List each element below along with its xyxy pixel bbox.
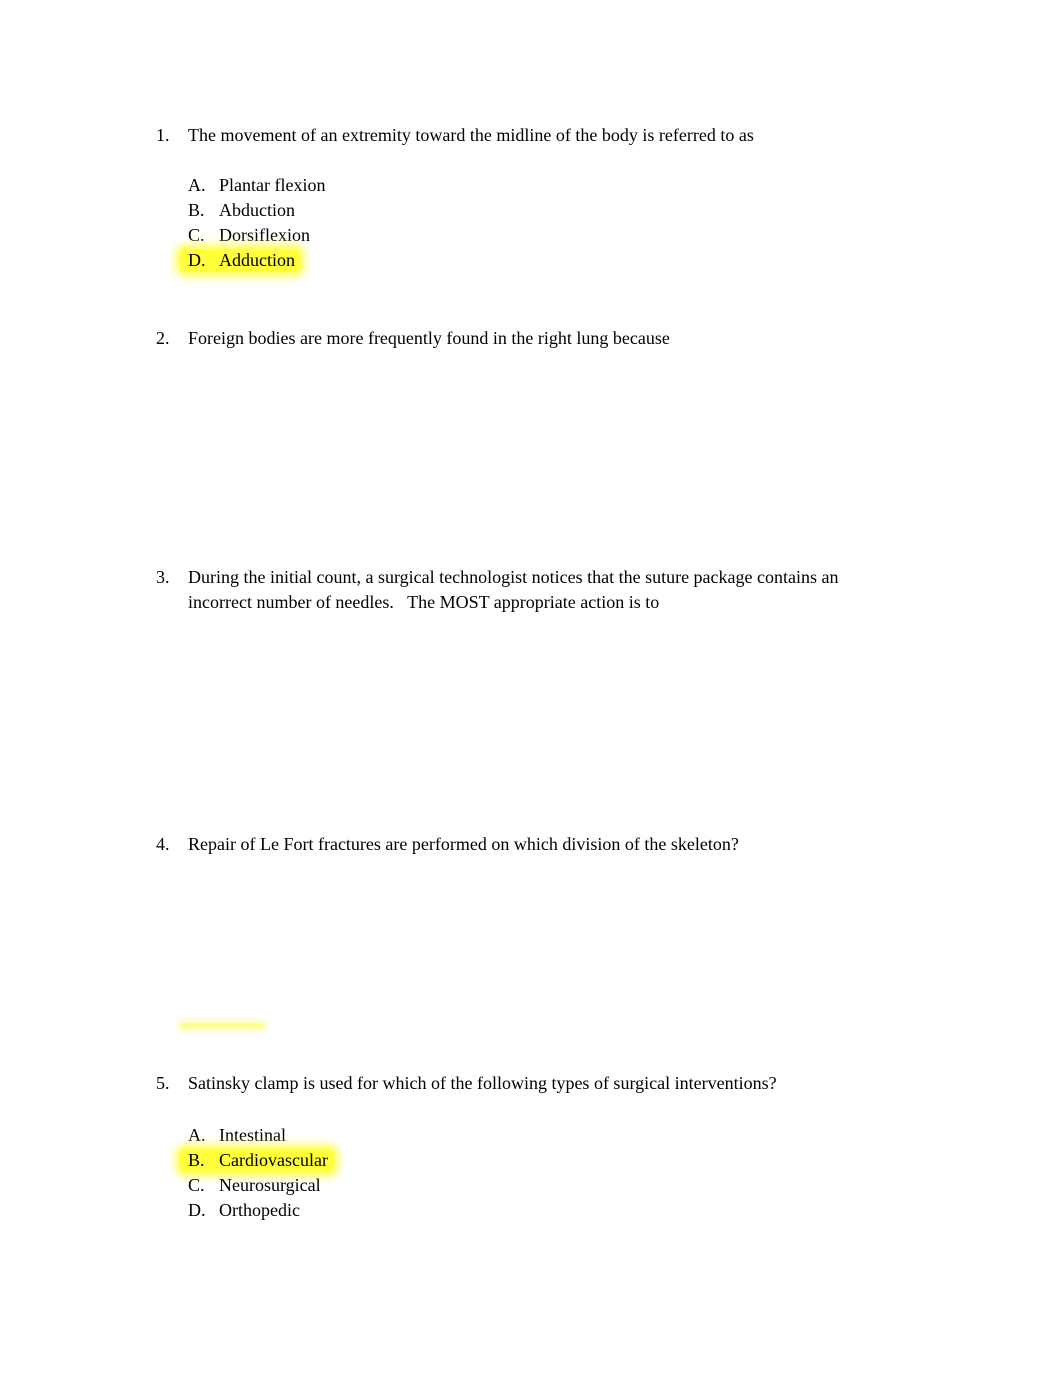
question-text: The movement of an extremity toward the … [188,125,754,145]
option-letter: A. [188,175,206,195]
options-list: A. Plantar flexion B. Abduction C. Dorsifle… [180,173,896,273]
stray-highlight-mark [180,1023,264,1028]
options-list: A. Intestinal B. Cardiovascular C. Neurosur… [180,1123,896,1223]
question-1: 1. The movement of an extremity toward th… [156,123,896,273]
option-a: A. Plantar flexion [188,173,896,198]
option-text: Cardiovascular [219,1150,328,1170]
option-letter: A. [188,1125,206,1145]
option-text: Dorsiflexion [219,225,310,245]
option-text: Orthopedic [219,1200,300,1220]
option-d-highlighted: D. Adduction [180,248,896,273]
question-number: 1. [156,125,170,145]
question-3: 3. During the initial count, a surgical t… [156,565,896,615]
question-number: 4. [156,834,170,854]
question-text: During the initial count, a surgical tec… [188,567,843,612]
question-5: 5. Satinsky clamp is used for which of th… [156,1071,896,1223]
option-letter: D. [188,1200,206,1220]
option-b-highlighted: B. Cardiovascular [180,1148,896,1173]
question-text: Repair of Le Fort fractures are performe… [188,834,739,854]
option-letter: C. [188,225,205,245]
option-d: D. Orthopedic [188,1198,896,1223]
option-b: B. Abduction [188,198,896,223]
option-c: C. Dorsiflexion [188,223,896,248]
option-letter: B. [188,200,205,220]
option-letter: C. [188,1175,205,1195]
option-c: C. Neurosurgical [188,1173,896,1198]
option-a: A. Intestinal [188,1123,896,1148]
question-4: 4. Repair of Le Fort fractures are perfor… [156,832,896,857]
question-text: Foreign bodies are more frequently found… [188,328,670,348]
option-text: Plantar flexion [219,175,326,195]
question-2: 2. Foreign bodies are more frequently fou… [156,326,896,351]
option-text: Intestinal [219,1125,286,1145]
question-number: 3. [156,567,170,587]
question-number: 5. [156,1073,170,1093]
option-letter: B. [188,1150,205,1170]
question-text: Satinsky clamp is used for which of the … [188,1073,777,1093]
option-text: Adduction [219,250,295,270]
question-number: 2. [156,328,170,348]
option-text: Neurosurgical [219,1175,321,1195]
option-letter: D. [188,250,206,270]
option-text: Abduction [219,200,295,220]
